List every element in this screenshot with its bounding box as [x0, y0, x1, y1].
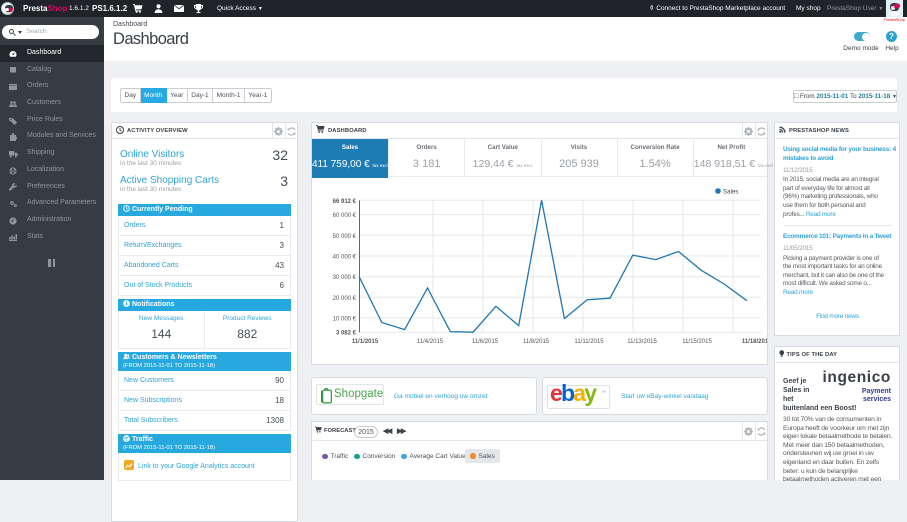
svg-text:50 000 €: 50 000 € [333, 234, 357, 240]
svg-text:11/11/2015: 11/11/2015 [574, 339, 604, 345]
svg-text:66 912 €: 66 912 € [333, 199, 357, 205]
svg-text:10 000 €: 10 000 € [333, 316, 357, 322]
svg-text:11/18/201: 11/18/201 [742, 339, 767, 345]
svg-text:11/8/2015: 11/8/2015 [523, 339, 550, 345]
svg-text:11/6/2015: 11/6/2015 [472, 339, 499, 345]
svg-text:40 000 €: 40 000 € [333, 255, 357, 261]
svg-text:11/1/2015: 11/1/2015 [352, 339, 379, 345]
svg-text:60 000 €: 60 000 € [333, 213, 357, 219]
svg-text:20 000 €: 20 000 € [333, 296, 357, 302]
svg-text:11/4/2015: 11/4/2015 [417, 339, 444, 345]
svg-text:3 082 €: 3 082 € [336, 331, 357, 337]
svg-text:30 000 €: 30 000 € [333, 275, 357, 281]
svg-text:11/15/2015: 11/15/2015 [682, 339, 712, 345]
svg-text:Sales: Sales [723, 189, 738, 196]
svg-text:11/13/2015: 11/13/2015 [627, 339, 657, 345]
